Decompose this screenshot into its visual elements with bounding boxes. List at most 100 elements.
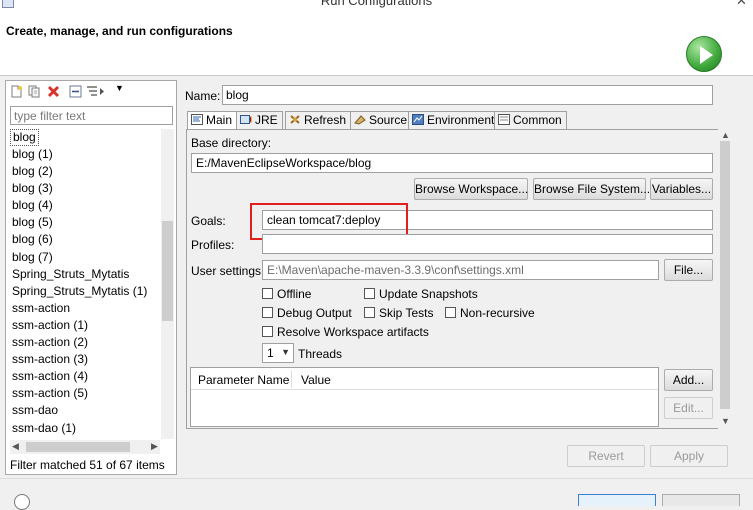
threads-label: Threads [298,347,343,361]
close-button[interactable] [662,494,740,506]
window-title: Run Configurations [320,0,433,8]
threads-value: 1 [267,346,274,360]
tab-label: JRE [255,113,278,127]
revert-button[interactable]: Revert [567,445,645,467]
main-tab-icon [191,114,203,125]
scroll-left-icon[interactable]: ◀ [12,441,19,452]
tab-common[interactable]: Common [494,111,567,129]
list-item[interactable]: ssm-action [10,300,160,317]
list-item[interactable]: blog (6) [10,231,160,248]
banner-title: Create, manage, and run configurations [6,24,233,38]
run-button[interactable] [578,494,656,506]
new-configuration-icon[interactable] [10,85,23,98]
profiles-input[interactable] [262,234,713,254]
filter-icon[interactable] [86,85,108,98]
checkbox-label: Update Snapshots [379,287,478,301]
tab-jre[interactable]: JRE [236,111,283,129]
run-icon [686,36,722,72]
variables-button[interactable]: Variables... [650,178,713,200]
tab-label: Refresh [304,113,347,127]
tab-main[interactable]: Main [187,111,238,130]
goals-label: Goals: [191,214,226,228]
configuration-list: blog blog (1) blog (2) blog (3) blog (4)… [10,129,160,439]
list-vertical-scrollbar[interactable] [161,129,174,439]
user-settings-label: User settings: [191,264,265,278]
list-item[interactable]: ssm-action (5) [10,385,160,402]
tab-label: Source [369,113,408,127]
checkbox-label: Debug Output [277,306,352,320]
edit-parameter-button[interactable]: Edit... [664,397,713,419]
tab-label: Common [513,113,562,127]
name-label: Name: [185,89,221,103]
base-directory-label: Base directory: [191,136,272,150]
browse-file-system-button[interactable]: Browse File System... [533,178,650,200]
close-icon[interactable]: ✕ [736,0,747,9]
update-snapshots-checkbox[interactable]: Update Snapshots [364,287,478,301]
threads-select[interactable]: 1 ▼ [262,343,294,363]
name-input[interactable]: blog [222,85,713,105]
profiles-label: Profiles: [191,238,235,252]
delete-icon[interactable] [47,85,60,98]
offline-checkbox[interactable]: Offline [262,287,311,301]
parameter-table[interactable]: Parameter Name Value [190,367,659,427]
checkbox-label: Non-recursive [460,306,535,320]
list-item[interactable]: blog (5) [10,214,160,231]
checkbox-label: Skip Tests [379,306,434,320]
scroll-right-icon[interactable]: ▶ [151,441,158,452]
list-item[interactable]: blog (1) [10,146,160,163]
scroll-up-icon[interactable]: ▲ [721,130,730,140]
tab-label: Main [206,113,233,127]
list-item[interactable]: Spring_Struts_Mytatis [10,266,160,283]
tab-environment[interactable]: Environment [408,111,500,129]
parameter-table-header: Parameter Name Value [191,368,658,390]
tab-refresh[interactable]: Refresh [285,111,352,129]
add-parameter-button[interactable]: Add... [664,369,713,391]
list-horizontal-scrollbar[interactable]: ◀ ▶ [10,440,160,454]
collapse-all-icon[interactable] [69,85,82,98]
checkbox-label: Offline [277,287,312,301]
user-settings-input[interactable]: E:\Maven\apache-maven-3.3.9\conf\setting… [262,260,659,280]
chevron-down-icon[interactable]: ▼ [115,83,124,93]
column-header[interactable]: Value [301,373,331,387]
resolve-workspace-checkbox[interactable]: Resolve Workspace artifacts [262,325,429,339]
environment-tab-icon [412,114,424,125]
non-recursive-checkbox[interactable]: Non-recursive [445,306,535,320]
refresh-tab-icon [290,115,300,124]
scroll-down-icon[interactable]: ▼ [721,416,730,426]
common-tab-icon [498,114,510,125]
title-bar: Run Configurations ✕ [0,0,753,9]
dialog-footer [0,478,753,510]
list-item[interactable]: ssm-dao [10,402,160,419]
browse-workspace-button[interactable]: Browse Workspace... [414,178,528,200]
checkbox-label: Resolve Workspace artifacts [277,325,429,339]
header-banner: Create, manage, and run configurations [0,9,753,76]
list-item[interactable]: ssm-action (2) [10,334,160,351]
jre-tab-icon [240,115,252,124]
help-icon[interactable] [14,494,30,510]
filter-status: Filter matched 51 of 67 items [10,458,165,472]
list-item[interactable]: ssm-action (3) [10,351,160,368]
list-item[interactable]: blog (3) [10,180,160,197]
apply-button[interactable]: Apply [650,445,728,467]
list-item[interactable]: ssm-action (4) [10,368,160,385]
base-directory-input[interactable]: E:/MavenEclipseWorkspace/blog [191,153,713,173]
debug-output-checkbox[interactable]: Debug Output [262,306,352,320]
tab-label: Environment [427,113,495,127]
column-header[interactable]: Parameter Name [198,373,289,387]
list-item[interactable]: blog (2) [10,163,160,180]
list-item[interactable]: Spring_Struts_Mytatis (1) [10,283,160,300]
list-item[interactable]: blog (4) [10,197,160,214]
skip-tests-checkbox[interactable]: Skip Tests [364,306,433,320]
list-item[interactable]: blog (7) [10,249,160,266]
duplicate-icon[interactable] [28,85,41,98]
editor-vertical-scrollbar[interactable]: ▲ ▼ [718,129,732,429]
source-tab-icon [354,115,366,125]
list-item[interactable]: ssm-dao (1) [10,420,160,437]
list-item[interactable]: blog [10,129,39,146]
filter-input[interactable] [10,106,173,125]
list-item[interactable]: ssm-action (1) [10,317,160,334]
file-button[interactable]: File... [664,259,713,281]
tab-source[interactable]: Source [350,111,413,129]
chevron-down-icon: ▼ [281,347,290,357]
configuration-list-panel: ▼ blog blog (1) blog (2) blog (3) blog (… [5,80,177,475]
